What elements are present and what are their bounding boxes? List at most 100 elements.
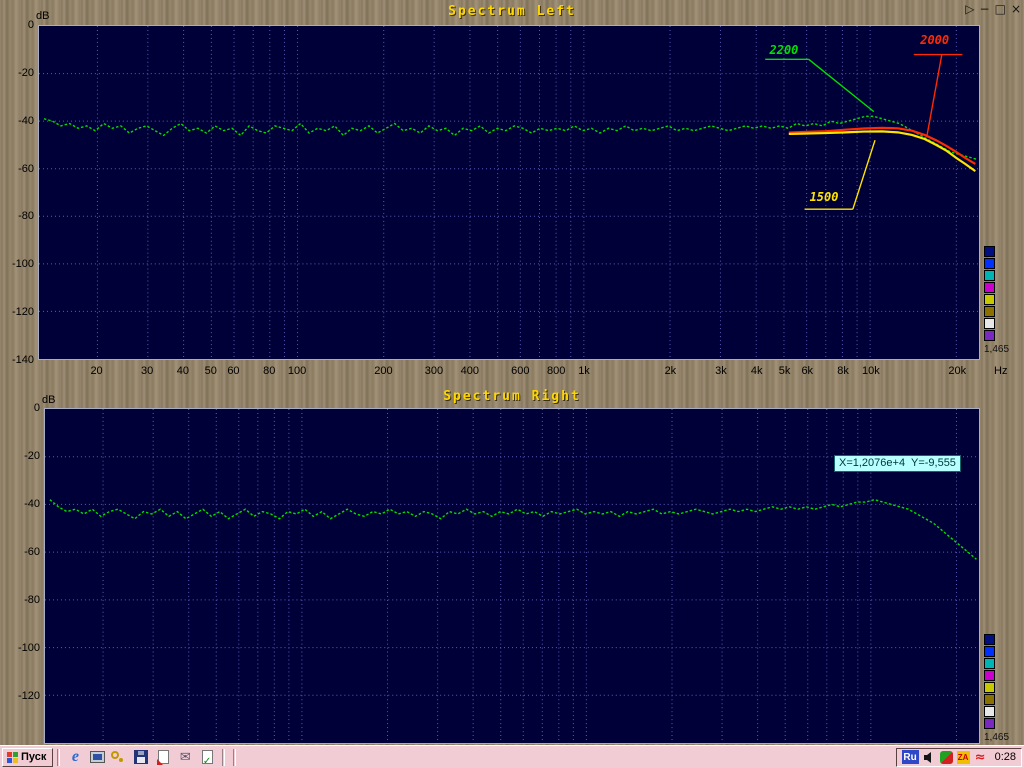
minimize-icon[interactable]: − — [980, 2, 990, 16]
system-tray: Ru ZA ≈ 0:28 — [896, 748, 1022, 767]
x-tick-label: 3k — [715, 365, 727, 377]
annotation-pointer — [853, 140, 875, 209]
legend-swatch[interactable] — [984, 270, 995, 281]
x-tick-label: 400 — [461, 365, 479, 377]
language-indicator[interactable]: Ru — [902, 750, 919, 764]
window-controls: ▷ − □ × — [965, 2, 1021, 16]
x-tick-label: 50 — [205, 365, 217, 377]
maximize-icon[interactable]: □ — [995, 2, 1006, 16]
ie-e-glyph: e — [72, 748, 79, 766]
keys-icon[interactable] — [110, 748, 128, 766]
show-desktop-icon[interactable] — [88, 748, 106, 766]
mail-icon[interactable]: ✉ — [176, 748, 194, 766]
legend-swatch[interactable] — [984, 646, 995, 657]
x-tick-label: 2k — [665, 365, 677, 377]
legend-swatch[interactable] — [984, 246, 995, 257]
x-tick-label: 100 — [288, 365, 306, 377]
legend-swatch[interactable] — [984, 306, 995, 317]
y-tick-label: -60 — [2, 163, 34, 175]
y-tick-label: -20 — [8, 450, 40, 462]
legend-swatch[interactable] — [984, 318, 995, 329]
start-button-label: Пуск — [21, 751, 46, 763]
legend-swatch[interactable] — [984, 694, 995, 705]
legend-value: 1,465 — [984, 344, 1018, 355]
volume-icon[interactable] — [923, 751, 936, 764]
close-icon[interactable]: × — [1011, 2, 1021, 16]
legend-swatch[interactable] — [984, 718, 995, 729]
x-tick-label: 4k — [751, 365, 763, 377]
y-tick-label: -140 — [2, 354, 34, 366]
taskbar: Пуск e ✉ ✓ Ru ZA ≈ 0:28 — [0, 745, 1024, 768]
legend-swatch[interactable] — [984, 330, 995, 341]
y-tick-label: 0 — [8, 402, 40, 414]
x-tick-label: 5k — [779, 365, 791, 377]
taskbar-divider[interactable] — [57, 749, 60, 766]
legend-value: 1,465 — [984, 732, 1018, 743]
y-tick-label: -80 — [2, 210, 34, 222]
legend-swatch[interactable] — [984, 634, 995, 645]
y-tick-label: -60 — [8, 546, 40, 558]
spectrum-left-svg: 2200 2000 1500 — [39, 26, 979, 359]
x-tick-label: 60 — [227, 365, 239, 377]
spectrum-left-title: Spectrum Left — [0, 4, 1024, 19]
windows-flag-icon — [7, 752, 18, 763]
legend-swatch[interactable] — [984, 282, 995, 293]
page-glyph-1 — [158, 750, 169, 764]
legend-swatch[interactable] — [984, 670, 995, 681]
x-tick-label: 300 — [425, 365, 443, 377]
legend-swatch[interactable] — [984, 682, 995, 693]
annotation-pointer — [809, 59, 874, 111]
x-tick-label: 20k — [948, 365, 966, 377]
y-tick-label: -120 — [2, 306, 34, 318]
x-tick-label: 30 — [141, 365, 153, 377]
start-button[interactable]: Пуск — [2, 748, 53, 767]
zonealarm-icon[interactable]: ZA — [957, 751, 970, 764]
harmonic-label-2200: 2200 — [769, 43, 799, 57]
y-axis-unit-right: dB — [42, 394, 55, 406]
y-tick-label: -120 — [8, 690, 40, 702]
save-icon[interactable] — [132, 748, 150, 766]
harmonic-label-2000: 2000 — [919, 33, 949, 47]
y-tick-label: -100 — [8, 642, 40, 654]
y-tick-label: 0 — [2, 19, 34, 31]
taskbar-divider-2[interactable] — [222, 749, 225, 766]
x-tick-label: 10k — [862, 365, 880, 377]
x-axis-unit: Hz — [994, 365, 1007, 377]
legend-swatch[interactable] — [984, 706, 995, 717]
y-tick-label: -20 — [2, 67, 34, 79]
floppy-glyph — [134, 750, 148, 764]
antivirus-icon[interactable] — [940, 751, 953, 764]
monitor-icon — [90, 751, 105, 763]
harmonic-label-1500: 1500 — [810, 190, 839, 204]
x-tick-label: 600 — [511, 365, 529, 377]
legend-swatch[interactable] — [984, 258, 995, 269]
ie-browser-icon[interactable]: e — [66, 748, 84, 766]
x-tick-label: 40 — [177, 365, 189, 377]
x-tick-label: 1k — [578, 365, 590, 377]
modem-icon[interactable]: ≈ — [974, 751, 987, 764]
x-tick-label: 200 — [374, 365, 392, 377]
taskbar-clock[interactable]: 0:28 — [995, 751, 1016, 763]
legend-swatch[interactable] — [984, 658, 995, 669]
y-tick-label: -100 — [2, 258, 34, 270]
taskbar-divider-3[interactable] — [233, 749, 236, 766]
shortcut-icon-1[interactable] — [154, 748, 172, 766]
y-tick-label: -40 — [2, 115, 34, 127]
x-tick-label: 20 — [90, 365, 102, 377]
cursor-readout: X=1,2076e+4 Y=-9,555 — [834, 455, 961, 472]
key-glyph — [111, 751, 119, 759]
page-glyph-2: ✓ — [202, 750, 213, 764]
harmonic-1500-trace — [789, 131, 976, 171]
play-icon[interactable]: ▷ — [965, 2, 974, 16]
x-tick-label: 6k — [801, 365, 813, 377]
annotation-pointer — [927, 55, 942, 136]
y-axis-unit-left: dB — [36, 10, 49, 22]
x-tick-label: 800 — [547, 365, 565, 377]
spectrum-left-plot[interactable]: 2200 2000 1500 — [38, 25, 980, 360]
spectrum-right-title: Spectrum Right — [0, 389, 1024, 404]
y-tick-label: -40 — [8, 498, 40, 510]
x-tick-label: 8k — [837, 365, 849, 377]
y-tick-label: -80 — [8, 594, 40, 606]
legend-swatch[interactable] — [984, 294, 995, 305]
check-document-icon[interactable]: ✓ — [198, 748, 216, 766]
